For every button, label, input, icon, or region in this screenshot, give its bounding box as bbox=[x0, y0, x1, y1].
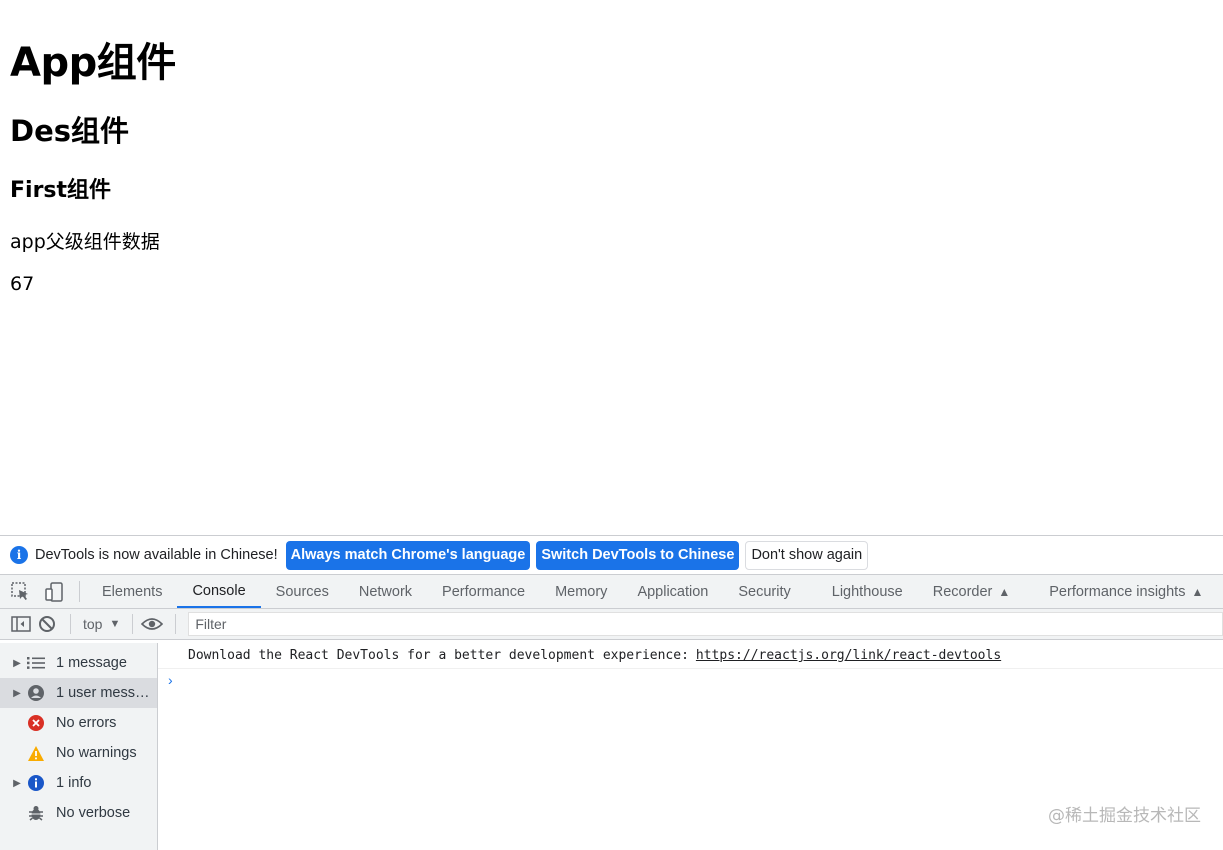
error-icon bbox=[26, 713, 46, 733]
tab-network[interactable]: Network bbox=[344, 575, 427, 608]
toolbar-divider bbox=[70, 614, 71, 634]
sidebar-item-label: No warnings bbox=[56, 745, 137, 761]
experimental-flask-icon: ▲ bbox=[998, 584, 1011, 599]
always-match-language-button[interactable]: Always match Chrome's language bbox=[285, 540, 531, 570]
sidebar-item-user-messages[interactable]: ▶ 1 user messages bbox=[0, 678, 157, 708]
device-toolbar-icon[interactable] bbox=[44, 581, 66, 603]
sidebar-item-errors[interactable]: No errors bbox=[0, 708, 157, 738]
tab-performance-insights[interactable]: Performance insights ▲ bbox=[1025, 575, 1218, 608]
prompt-chevron-icon: › bbox=[168, 672, 173, 688]
sidebar-item-label: No errors bbox=[56, 715, 117, 731]
des-component-heading: Des组件 bbox=[10, 114, 130, 148]
sidebar-item-messages[interactable]: ▶ 1 message bbox=[0, 648, 157, 678]
sidebar-item-verbose[interactable]: No verbose bbox=[0, 798, 157, 828]
info-icon: i bbox=[10, 546, 28, 564]
tab-icon-group bbox=[0, 581, 80, 602]
context-selector-label: top bbox=[83, 616, 103, 632]
tab-memory[interactable]: Memory bbox=[540, 575, 622, 608]
tab-performance[interactable]: Performance bbox=[427, 575, 540, 608]
tab-security[interactable]: Security bbox=[723, 575, 805, 608]
eye-icon[interactable] bbox=[141, 613, 164, 635]
bug-icon bbox=[26, 803, 46, 823]
devtools-panel: i DevTools is now available in Chinese! … bbox=[0, 535, 1223, 850]
sidebar-item-label: 1 info bbox=[56, 775, 92, 791]
tab-lighthouse-label: Lighthouse bbox=[831, 583, 903, 600]
page-content: App组件 Des组件 First组件 app父级组件数据 67 bbox=[0, 0, 1223, 535]
toolbar-divider bbox=[175, 614, 177, 634]
console-prompt[interactable]: › bbox=[158, 669, 1223, 691]
parent-data-text: app父级组件数据 bbox=[10, 231, 160, 253]
warning-icon bbox=[26, 743, 46, 763]
console-log: Download the React DevTools for a better… bbox=[158, 643, 1223, 850]
tab-sources[interactable]: Sources bbox=[261, 575, 344, 608]
expand-arrow-icon[interactable]: ▶ bbox=[0, 778, 26, 789]
sidebar-item-info[interactable]: ▶ 1 info bbox=[0, 768, 157, 798]
tab-performance-insights-label: Performance insights bbox=[1049, 583, 1186, 600]
app-component-heading: App组件 bbox=[10, 40, 176, 86]
tab-elements[interactable]: Elements bbox=[87, 575, 177, 608]
inspect-element-icon[interactable] bbox=[10, 581, 32, 603]
infobar-message: DevTools is now available in Chinese! bbox=[35, 547, 278, 563]
chevron-down-icon: ▼ bbox=[109, 618, 121, 630]
sidebar-item-label: 1 message bbox=[56, 655, 127, 671]
context-selector[interactable]: top ▼ bbox=[83, 616, 120, 632]
console-area: ▶ 1 message ▶ 1 user messages No errors bbox=[0, 643, 1223, 850]
console-message-text: Download the React DevTools for a better… bbox=[188, 648, 689, 663]
watermark: @稀土掘金技术社区 bbox=[1048, 806, 1201, 826]
switch-to-chinese-button[interactable]: Switch DevTools to Chinese bbox=[536, 540, 740, 570]
toggle-sidebar-icon[interactable] bbox=[10, 613, 32, 635]
sidebar-item-label: 1 user messages bbox=[56, 685, 150, 701]
toolbar-divider bbox=[132, 614, 134, 634]
dont-show-again-button[interactable]: Don't show again bbox=[745, 540, 869, 570]
sidebar-item-warnings[interactable]: No warnings bbox=[0, 738, 157, 768]
experimental-flask-icon: ▲ bbox=[1191, 584, 1204, 599]
expand-arrow-icon[interactable]: ▶ bbox=[0, 658, 26, 669]
clear-console-icon[interactable] bbox=[36, 613, 58, 635]
tab-recorder-label: Recorder bbox=[932, 583, 993, 600]
console-toolbar: top ▼ Filter bbox=[0, 609, 1223, 640]
number-text: 67 bbox=[10, 273, 35, 295]
console-sidebar: ▶ 1 message ▶ 1 user messages No errors bbox=[0, 643, 158, 850]
tab-lighthouse[interactable]: Lighthouse bbox=[806, 575, 918, 608]
first-component-heading: First组件 bbox=[10, 178, 112, 203]
info-icon bbox=[26, 773, 46, 793]
tab-recorder[interactable]: Recorder ▲ bbox=[918, 575, 1026, 608]
expand-arrow-icon[interactable]: ▶ bbox=[0, 688, 26, 699]
devtools-tabs: Elements Console Sources Network Perform… bbox=[80, 575, 1218, 608]
tab-application[interactable]: Application bbox=[622, 575, 723, 608]
tab-console[interactable]: Console bbox=[177, 575, 261, 608]
list-icon bbox=[26, 653, 46, 673]
user-icon bbox=[26, 683, 46, 703]
console-message: Download the React DevTools for a better… bbox=[158, 643, 1223, 669]
filter-input[interactable]: Filter bbox=[188, 612, 1223, 636]
sidebar-item-label: No verbose bbox=[56, 805, 131, 821]
react-devtools-link[interactable]: https://reactjs.org/link/react-devtools bbox=[696, 648, 1001, 663]
language-infobar: i DevTools is now available in Chinese! … bbox=[0, 536, 1223, 575]
devtools-tabbar: Elements Console Sources Network Perform… bbox=[0, 575, 1223, 609]
